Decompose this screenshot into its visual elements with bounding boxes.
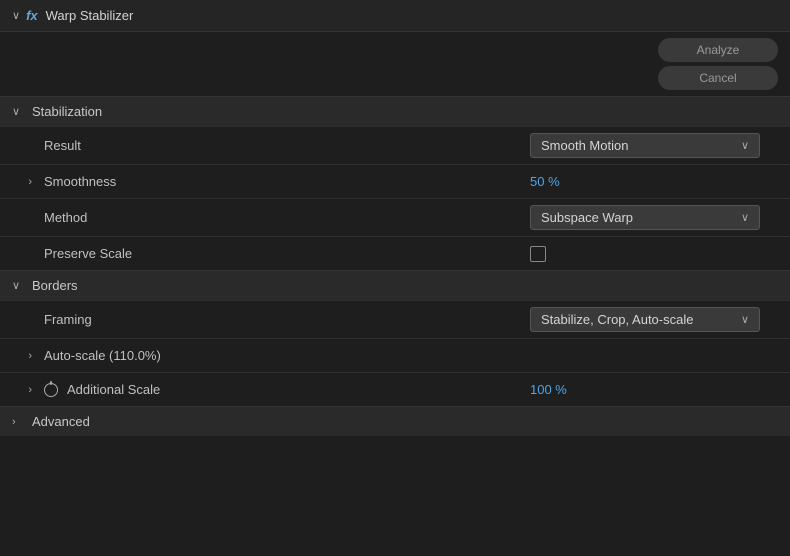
preserve-scale-label: Preserve Scale [40, 246, 530, 261]
result-label: Result [40, 138, 530, 153]
framing-dropdown[interactable]: Stabilize, Crop, Auto-scale ∨ [530, 307, 760, 332]
method-row: Method Subspace Warp ∨ [0, 198, 790, 236]
additional-scale-label-area: Additional Scale [40, 382, 530, 397]
framing-row: Framing Stabilize, Crop, Auto-scale ∨ [0, 300, 790, 338]
result-value[interactable]: Smooth Motion ∨ [530, 133, 790, 158]
panel-collapse-chevron[interactable]: ∨ [12, 9, 20, 22]
additional-scale-icon [44, 383, 58, 397]
smoothness-value[interactable]: 50 % [530, 174, 560, 189]
preserve-scale-checkbox[interactable] [530, 246, 546, 262]
framing-label: Framing [40, 312, 530, 327]
method-dropdown-arrow: ∨ [741, 211, 749, 224]
borders-section-header[interactable]: ∨ Borders [0, 270, 790, 300]
panel-header: ∨ fx Warp Stabilizer [0, 0, 790, 32]
autoscale-row: › Auto-scale (110.0%) [0, 338, 790, 372]
cancel-button[interactable]: Cancel [658, 66, 778, 90]
warp-stabilizer-panel: ∨ fx Warp Stabilizer Analyze Cancel ∨ St… [0, 0, 790, 436]
preserve-scale-row: Preserve Scale [0, 236, 790, 270]
additional-scale-indent[interactable]: › [0, 384, 40, 396]
framing-dropdown-value: Stabilize, Crop, Auto-scale [541, 312, 693, 327]
borders-collapse-chevron[interactable]: ∨ [12, 279, 24, 292]
advanced-section-header[interactable]: › Advanced [0, 406, 790, 436]
smoothness-row: › Smoothness 50 % [0, 164, 790, 198]
advanced-label: Advanced [32, 414, 90, 429]
additional-scale-label: Additional Scale [67, 382, 160, 397]
additional-scale-expand-chevron[interactable]: › [28, 384, 32, 396]
stabilization-label: Stabilization [32, 104, 102, 119]
smoothness-label: Smoothness [40, 174, 530, 189]
analyze-button[interactable]: Analyze [658, 38, 778, 62]
fx-label: fx [26, 8, 38, 23]
method-dropdown-value: Subspace Warp [541, 210, 633, 225]
smoothness-expand-chevron[interactable]: › [28, 176, 32, 188]
method-value[interactable]: Subspace Warp ∨ [530, 205, 790, 230]
stabilization-section-header[interactable]: ∨ Stabilization [0, 96, 790, 126]
method-dropdown[interactable]: Subspace Warp ∨ [530, 205, 760, 230]
smoothness-indent[interactable]: › [0, 176, 40, 188]
result-row: Result Smooth Motion ∨ [0, 126, 790, 164]
panel-title: Warp Stabilizer [46, 8, 134, 23]
result-dropdown-value: Smooth Motion [541, 138, 628, 153]
additional-scale-value-area: 100 % [530, 382, 790, 397]
additional-scale-row: › Additional Scale 100 % [0, 372, 790, 406]
smoothness-value-area: 50 % [530, 174, 790, 189]
autoscale-indent[interactable]: › [0, 350, 40, 362]
framing-value[interactable]: Stabilize, Crop, Auto-scale ∨ [530, 307, 790, 332]
method-label: Method [40, 210, 530, 225]
preserve-scale-value[interactable] [530, 246, 790, 262]
framing-dropdown-arrow: ∨ [741, 313, 749, 326]
autoscale-expand-chevron[interactable]: › [28, 350, 32, 362]
borders-label: Borders [32, 278, 78, 293]
additional-scale-value[interactable]: 100 % [530, 382, 567, 397]
autoscale-label: Auto-scale (110.0%) [40, 348, 530, 363]
result-dropdown[interactable]: Smooth Motion ∨ [530, 133, 760, 158]
result-dropdown-arrow: ∨ [741, 139, 749, 152]
advanced-expand-chevron[interactable]: › [12, 416, 24, 428]
stabilization-collapse-chevron[interactable]: ∨ [12, 105, 24, 118]
buttons-area: Analyze Cancel [0, 32, 790, 96]
